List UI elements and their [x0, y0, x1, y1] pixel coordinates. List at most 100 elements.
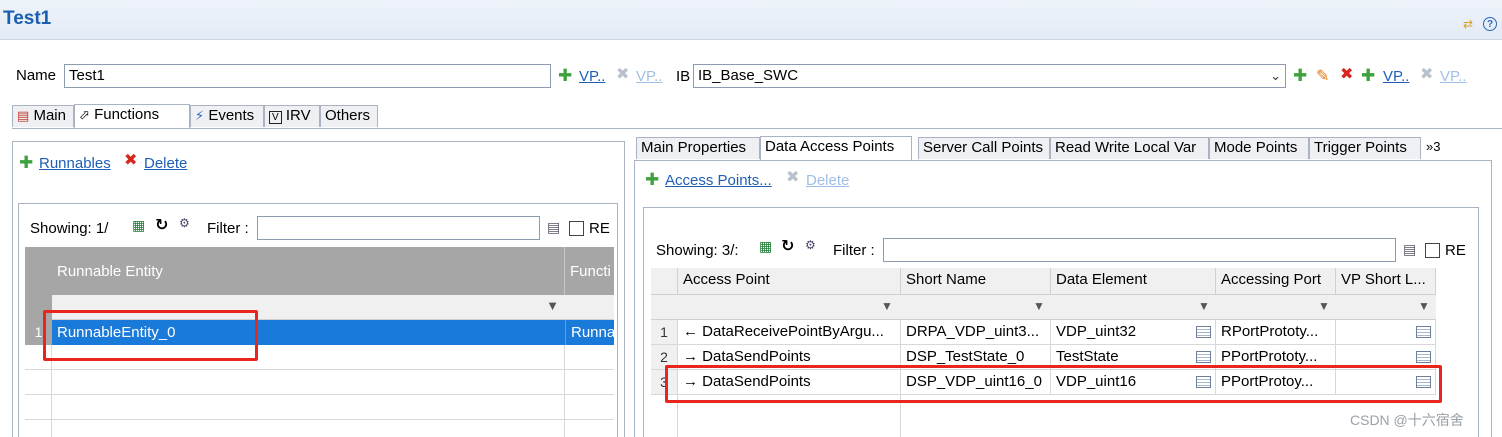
tab-divider	[12, 128, 1502, 129]
name-field[interactable]: Test1	[64, 64, 551, 88]
highlight-box	[43, 310, 258, 361]
re-label: RE	[1445, 242, 1466, 259]
tab-irv[interactable]: V IRV	[264, 105, 320, 127]
send-arrow-icon: →	[683, 348, 698, 365]
filter-input[interactable]	[883, 238, 1396, 262]
filter-row: ▼ ▼ ▼ ▼ ▼	[651, 295, 1436, 320]
chevron-down-icon: ⌄	[1270, 68, 1281, 83]
add-icon[interactable]: ✚	[19, 154, 33, 171]
table-row-function[interactable]: Runna	[565, 320, 614, 345]
sync-icon[interactable]: ⇄	[1461, 17, 1475, 31]
page-title: Test1	[3, 8, 52, 29]
column-header-accessing-port[interactable]: Accessing Port	[1216, 268, 1336, 295]
funnel-icon[interactable]: ▼	[1033, 299, 1045, 313]
data-access-table: Access Point Short Name Data Element Acc…	[651, 268, 1471, 437]
delete-link[interactable]: Delete	[144, 155, 187, 172]
delete-icon[interactable]: ✖	[1340, 67, 1353, 83]
tab-data-access-points[interactable]: Data Access Points	[760, 136, 912, 160]
delete-icon[interactable]: ✖	[124, 153, 137, 169]
short-name-cell[interactable]: DRPA_VDP_uint3...	[901, 320, 1051, 345]
name-label: Name	[16, 67, 57, 84]
add-icon[interactable]: ✚	[1361, 67, 1375, 84]
filter-label: Filter :	[833, 242, 875, 259]
funnel-icon[interactable]: ▼	[1418, 299, 1430, 313]
tab-trigger-points[interactable]: Trigger Points	[1309, 137, 1421, 159]
data-element-cell[interactable]: VDP_uint32	[1051, 320, 1216, 345]
funnel-icon[interactable]: ▼	[881, 299, 893, 313]
vp-link[interactable]: VP..	[579, 68, 605, 85]
showing-count: Showing: 3/:	[656, 242, 739, 259]
table-row[interactable]: ← DataReceivePointByArgu...	[678, 320, 901, 345]
watermark: CSDN @十六宿舍	[1350, 412, 1464, 428]
remove-disabled-icon: ✖	[786, 169, 800, 186]
tab-main-properties[interactable]: Main Properties	[636, 137, 760, 159]
table-corner	[25, 247, 52, 295]
help-icon[interactable]: ?	[1483, 17, 1497, 31]
filter-settings-icon[interactable]: ⚙	[179, 216, 190, 230]
tab-read-write-local-var[interactable]: Read Write Local Var	[1050, 137, 1209, 159]
column-header-function[interactable]: Functi	[565, 247, 614, 295]
column-header-vp-short-label[interactable]: VP Short L...	[1336, 268, 1436, 295]
irv-tab-icon: V	[269, 111, 282, 124]
row-number: 1	[651, 320, 678, 345]
excel-export-icon[interactable]: ▦	[132, 217, 145, 234]
ib-select[interactable]: IB_Base_SWC ⌄	[693, 64, 1286, 88]
funnel-icon[interactable]: ▼	[1198, 299, 1210, 313]
filter-row	[565, 295, 614, 320]
accessing-port-cell[interactable]: RPortPrototy...	[1216, 320, 1336, 345]
vp-link-disabled: VP..	[636, 68, 663, 85]
refresh-icon[interactable]: ↻	[781, 236, 794, 256]
find-icon[interactable]: ▤	[1403, 241, 1416, 258]
refresh-icon[interactable]: ↻	[155, 215, 168, 235]
re-checkbox[interactable]	[1425, 243, 1440, 258]
grid-line	[564, 345, 565, 437]
column-header-short-name[interactable]: Short Name	[901, 268, 1051, 295]
add-icon[interactable]: ✚	[1293, 67, 1307, 84]
browse-icon[interactable]	[1196, 326, 1211, 338]
tab-events[interactable]: ⚡ Events	[190, 105, 264, 127]
ib-label: IB	[676, 68, 691, 85]
editor-header	[0, 0, 1502, 40]
remove-disabled-icon: ✖	[616, 66, 630, 83]
events-tab-icon: ⚡	[195, 108, 205, 123]
column-header-data-element[interactable]: Data Element	[1051, 268, 1216, 295]
right-tab-bar: Main Properties Data Access Points Serve…	[636, 136, 1456, 161]
main-tab-icon: ▤	[17, 108, 30, 123]
tab-server-call-points[interactable]: Server Call Points	[918, 137, 1050, 159]
edit-pencil-icon[interactable]: ✎	[1316, 66, 1329, 86]
highlight-box	[665, 365, 1442, 403]
filter-label: Filter :	[207, 220, 249, 237]
re-checkbox[interactable]	[569, 221, 584, 236]
main-tab-bar: ▤ Main ⬀ Functions ⚡ Events V IRV Others	[12, 104, 378, 129]
browse-icon[interactable]	[1416, 351, 1431, 363]
column-header-access-point[interactable]: Access Point	[678, 268, 901, 295]
add-icon[interactable]: ✚	[645, 171, 659, 188]
add-icon[interactable]: ✚	[558, 67, 572, 84]
browse-icon[interactable]	[1416, 326, 1431, 338]
more-tabs-button[interactable]: »3	[1426, 139, 1440, 154]
remove-disabled-icon: ✖	[1420, 66, 1434, 83]
column-header-runnable-entity[interactable]: Runnable Entity	[52, 247, 565, 295]
excel-export-icon[interactable]: ▦	[759, 238, 772, 255]
filter-settings-icon[interactable]: ⚙	[805, 238, 816, 252]
runnables-link[interactable]: Runnables	[39, 155, 111, 172]
find-icon[interactable]: ▤	[547, 219, 560, 236]
vp-link-2-disabled: VP..	[1440, 68, 1467, 85]
showing-count: Showing: 1/	[30, 220, 109, 237]
tab-main[interactable]: ▤ Main	[12, 105, 74, 127]
funnel-icon[interactable]: ▼	[546, 298, 559, 313]
receive-arrow-icon: ←	[683, 323, 698, 340]
funnel-icon[interactable]: ▼	[1318, 299, 1330, 313]
functions-tab-icon: ⬀	[79, 107, 90, 122]
delete-link-disabled: Delete	[806, 172, 850, 189]
table-corner	[651, 268, 678, 295]
tab-others[interactable]: Others	[320, 105, 378, 127]
ib-select-value: IB_Base_SWC	[698, 67, 799, 84]
tab-mode-points[interactable]: Mode Points	[1209, 137, 1309, 159]
browse-icon[interactable]	[1196, 351, 1211, 363]
access-points-link[interactable]: Access Points...	[665, 172, 772, 189]
tab-functions[interactable]: ⬀ Functions	[74, 104, 190, 128]
vp-link-2[interactable]: VP..	[1383, 68, 1409, 85]
vp-cell[interactable]	[1336, 320, 1436, 345]
filter-input[interactable]	[257, 216, 540, 240]
